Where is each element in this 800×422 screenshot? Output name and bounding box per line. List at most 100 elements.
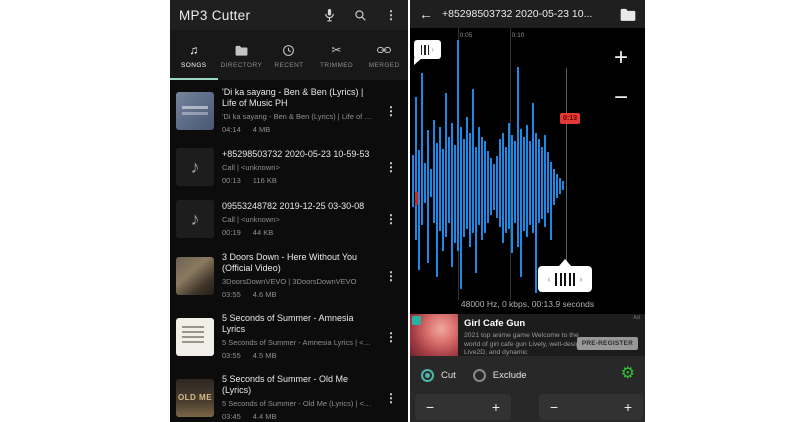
end-trim-handle[interactable]: ‹ › [538, 266, 592, 292]
editor-screen: ← +85298503732 2020-05-23 10... 0:05 0:1… [410, 0, 645, 422]
waveform-bar [430, 169, 432, 197]
waveform-bar [544, 135, 546, 227]
time-label: 0:10 [511, 32, 525, 39]
song-title: 'Di ka sayang - Ben & Ben (Lyrics) | Lif… [222, 87, 364, 108]
scissors-icon: ✂ [331, 43, 342, 57]
song-info: 5 Seconds of Summer - Old Me (Lyrics) 5 S… [222, 374, 372, 421]
song-menu-button[interactable]: ⋮ [380, 210, 402, 228]
handle-arrow-right-icon: › [579, 273, 583, 284]
time-label: 0:05 [459, 32, 473, 39]
back-icon[interactable]: ← [419, 7, 433, 21]
zoom-out-button[interactable]: − [609, 86, 633, 110]
waveform-bar [457, 40, 459, 251]
music-note-icon: ♪ [176, 148, 214, 186]
song-menu-button[interactable]: ⋮ [380, 328, 402, 346]
waveform-bar [538, 139, 540, 223]
song-size: 116 KB [252, 176, 277, 185]
mic-icon[interactable] [321, 7, 337, 23]
ad-label: Ad [633, 315, 640, 321]
grip [559, 272, 562, 286]
ad-thumbnail [410, 314, 458, 356]
start-minus-button[interactable]: − [426, 399, 434, 415]
song-title: 09553248782 2019-12-25 03-30-08 [222, 201, 365, 211]
waveform-bar [418, 150, 420, 270]
waveform-bar [427, 130, 429, 263]
song-duration: 03:55 [222, 290, 241, 299]
song-row[interactable]: ♪ 09553248782 2019-12-25 03-30-08 Call | <… [170, 193, 408, 245]
song-title: 3 Doors Down - Here Without You (Officia… [222, 252, 358, 273]
song-info: 5 Seconds of Summer - Amnesia Lyrics 5 Se… [222, 313, 372, 360]
tab-songs[interactable]: ♫ SONGS [170, 30, 218, 80]
tab-merged[interactable]: MERGED [360, 30, 408, 80]
start-time-stepper: − + [415, 394, 511, 420]
end-minus-button[interactable]: − [550, 399, 558, 415]
waveform-bar [439, 127, 441, 231]
song-duration: 00:13 [222, 176, 241, 185]
end-marker-line [566, 68, 567, 268]
song-row[interactable]: 3 Doors Down - Here Without You (Officia… [170, 245, 408, 306]
pre-register-button[interactable]: PRE-REGISTER [576, 337, 638, 350]
song-size: 4.6 MB [252, 290, 277, 299]
music-note-icon: ♫ [189, 43, 199, 57]
waveform-bar [532, 103, 534, 233]
song-menu-button[interactable]: ⋮ [380, 158, 402, 176]
waveform-bar [514, 141, 516, 223]
folder-icon[interactable] [620, 8, 636, 21]
exclude-radio[interactable] [472, 368, 486, 382]
cut-radio-label: Cut [441, 369, 456, 381]
album-art [176, 256, 214, 295]
tab-recent[interactable]: RECENT [265, 30, 313, 80]
waveform-bar [523, 137, 525, 231]
song-row[interactable]: 'Di ka sayang - Ben & Ben (Lyrics) | Lif… [170, 80, 408, 141]
album-art [176, 317, 214, 356]
song-info: 09553248782 2019-12-25 03-30-08 Call | <u… [222, 201, 372, 237]
waveform-bar [529, 141, 531, 225]
zoom-in-button[interactable]: + [609, 46, 633, 70]
history-icon [282, 44, 295, 57]
song-info: 3 Doors Down - Here Without You (Officia… [222, 252, 372, 299]
search-icon[interactable] [352, 7, 368, 23]
song-meta: 03:55 4.6 MB [222, 290, 372, 299]
song-meta: 03:45 4.4 MB [222, 412, 372, 421]
start-plus-button[interactable]: + [492, 399, 500, 415]
radio-dot [425, 372, 430, 378]
song-duration: 00:19 [222, 228, 241, 237]
screenshot-canvas: MP3 Cutter ⋮ ♫ SONGS DIRECTORY RECENT ✂ TRIMM… [0, 0, 800, 422]
end-plus-button[interactable]: + [624, 399, 632, 415]
waveform-bar [490, 158, 492, 215]
song-menu-button[interactable]: ⋮ [380, 389, 402, 407]
song-row[interactable]: OLD ME 5 Seconds of Summer - Old Me (Lyri… [170, 367, 408, 422]
waveform-bar [493, 164, 495, 210]
song-subtitle: 5 Seconds of Summer - Amnesia Lyrics | <… [222, 338, 372, 347]
waveform-bar [424, 163, 426, 203]
song-row[interactable]: 5 Seconds of Summer - Amnesia Lyrics 5 Se… [170, 306, 408, 367]
handle-arrow-left-icon: ‹ [547, 273, 551, 284]
trim-controls: Cut Exclude ⚙ − + − + [410, 356, 645, 422]
song-meta: 00:19 44 KB [222, 228, 372, 237]
audio-info-status: 48000 Hz, 0 kbps, 00:13.9 seconds [460, 299, 595, 309]
song-subtitle: Call | <unknown> [222, 163, 280, 172]
cut-radio[interactable] [421, 368, 434, 382]
grip [420, 44, 423, 55]
tab-trimmed[interactable]: ✂ TRIMMED [313, 30, 361, 80]
song-row[interactable]: ♪ +85298503732 2020-05-23 10-59-53 Call | … [170, 141, 408, 193]
waveform-area[interactable]: 0:05 0:10 0:13 › + − ‹ › [410, 28, 645, 300]
waveform-bar [496, 156, 498, 218]
waveform-bar [508, 123, 510, 229]
mode-radio-row: Cut Exclude ⚙ [421, 366, 635, 383]
songs-screen: MP3 Cutter ⋮ ♫ SONGS DIRECTORY RECENT ✂ TRIMM… [170, 0, 408, 422]
waveform-bar [502, 133, 504, 243]
ad-banner[interactable]: Girl Cafe Gun 2021 top anime game Welcom… [410, 314, 645, 356]
album-art: OLD ME [176, 378, 214, 417]
editor-app-bar: ← +85298503732 2020-05-23 10... [410, 0, 645, 28]
waveform-bar [559, 178, 561, 194]
waveform-bar [469, 133, 471, 247]
grip [424, 44, 426, 55]
overflow-menu-icon[interactable]: ⋮ [383, 7, 399, 23]
tab-directory[interactable]: DIRECTORY [218, 30, 266, 80]
song-meta: 03:55 4.5 MB [222, 351, 372, 360]
song-menu-button[interactable]: ⋮ [380, 102, 402, 120]
song-menu-button[interactable]: ⋮ [380, 267, 402, 285]
start-trim-handle[interactable]: › [414, 40, 441, 65]
gear-icon[interactable]: ⚙ [621, 366, 635, 382]
